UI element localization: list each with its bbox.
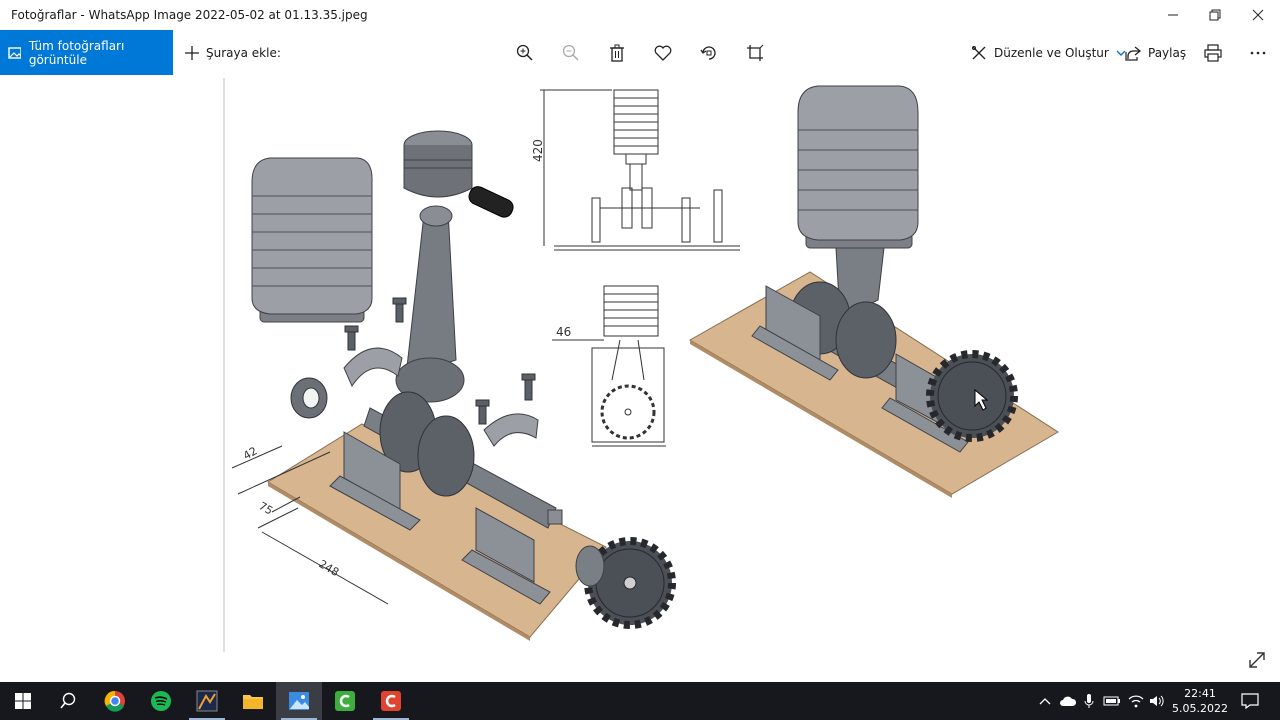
side-view xyxy=(552,285,666,447)
camtasia-green-icon xyxy=(335,691,355,711)
folder-icon xyxy=(243,695,263,709)
photos-icon xyxy=(289,692,309,710)
view-all-label: Tüm fotoğrafları görüntüle xyxy=(28,38,125,67)
wifi-icon xyxy=(1128,695,1144,708)
dim-46-label: 46 xyxy=(556,325,571,339)
taskbar-file-explorer[interactable] xyxy=(230,682,276,720)
zoom-out-icon xyxy=(562,44,579,61)
rotate-icon xyxy=(700,46,716,60)
restore-button[interactable] xyxy=(1192,0,1238,30)
cylinder-head-left xyxy=(251,157,373,323)
chrome-icon xyxy=(104,690,125,712)
camtasia-red-icon xyxy=(381,691,401,711)
notification-icon xyxy=(1241,693,1259,709)
image-viewer: 42 75 248 420 46 xyxy=(0,75,1280,682)
battery-tray[interactable] xyxy=(1102,682,1122,720)
zoom-out-button[interactable] xyxy=(558,40,584,66)
search-button[interactable] xyxy=(45,682,91,720)
dim-420-label: 420 xyxy=(531,139,545,162)
cylinder-head-right xyxy=(797,85,919,249)
zoom-in-button[interactable] xyxy=(512,40,538,66)
clock-time: 22:41 xyxy=(1184,687,1216,700)
dim-75-label: 75 xyxy=(257,499,276,517)
front-view xyxy=(540,89,740,251)
network-tray[interactable] xyxy=(1126,682,1146,720)
heart-icon xyxy=(654,45,672,61)
media-app-icon xyxy=(196,690,218,712)
minimize-icon xyxy=(1168,14,1178,16)
rotate-button[interactable] xyxy=(696,40,722,66)
taskbar-spotify[interactable] xyxy=(138,682,184,720)
close-icon xyxy=(1252,9,1264,21)
cloud-icon xyxy=(1060,696,1077,706)
show-hidden-icons-button[interactable] xyxy=(1036,682,1054,720)
plus-icon xyxy=(185,45,199,60)
battery-icon xyxy=(1103,696,1120,706)
share-icon xyxy=(1125,45,1141,61)
engine-drawing-image: 42 75 248 420 46 xyxy=(223,78,1059,652)
trash-icon xyxy=(610,44,624,62)
start-button[interactable] xyxy=(0,682,46,720)
dim-42-label: 42 xyxy=(241,444,260,462)
add-to-button[interactable]: Şuraya ekle: xyxy=(184,30,281,75)
print-button[interactable] xyxy=(1200,40,1226,66)
taskbar: 22:41 5.05.2022 xyxy=(0,682,1280,720)
zoom-in-icon xyxy=(516,44,533,61)
view-all-photos-button[interactable]: Tüm fotoğrafları görüntüle xyxy=(0,30,173,75)
chevron-up-icon xyxy=(1039,698,1051,705)
piston-rod xyxy=(395,130,514,403)
delete-button[interactable] xyxy=(604,40,630,66)
crop-button[interactable] xyxy=(742,40,768,66)
expand-icon xyxy=(1249,652,1265,668)
app-toolbar: Tüm fotoğrafları görüntüle Şuraya ekle: … xyxy=(0,30,1280,75)
restore-icon xyxy=(1209,9,1221,21)
spotify-icon xyxy=(151,691,171,711)
share-button[interactable]: Paylaş xyxy=(1125,30,1186,75)
clock-date: 5.05.2022 xyxy=(1172,702,1228,715)
windows-logo-icon xyxy=(15,693,31,709)
photo-icon xyxy=(8,46,21,59)
edit-create-icon xyxy=(972,45,986,59)
action-center-button[interactable] xyxy=(1236,682,1264,720)
dim-248-label: 248 xyxy=(317,557,342,579)
microphone-tray[interactable] xyxy=(1080,682,1098,720)
taskbar-clock[interactable]: 22:41 5.05.2022 xyxy=(1170,686,1230,716)
search-icon xyxy=(60,692,76,709)
edit-create-button[interactable]: Düzenle ve Oluştur xyxy=(971,30,1126,75)
microphone-icon xyxy=(1084,694,1094,708)
crop-icon xyxy=(747,44,764,61)
speaker-icon xyxy=(1150,695,1164,707)
more-options-button[interactable] xyxy=(1245,40,1271,66)
add-to-label: Şuraya ekle: xyxy=(206,45,281,60)
taskbar-chrome[interactable] xyxy=(92,682,138,720)
close-button[interactable] xyxy=(1235,0,1280,30)
taskbar-camtasia-green[interactable] xyxy=(322,682,368,720)
taskbar-camtasia-red[interactable] xyxy=(368,682,414,720)
gear-right xyxy=(926,350,1018,442)
title-bar: Fotoğraflar - WhatsApp Image 2022-05-02 … xyxy=(0,0,1280,30)
taskbar-media-app[interactable] xyxy=(184,682,230,720)
taskbar-photos[interactable] xyxy=(276,682,322,720)
minimize-button[interactable] xyxy=(1150,0,1196,30)
favorite-button[interactable] xyxy=(650,40,676,66)
volume-tray[interactable] xyxy=(1147,682,1167,720)
onedrive-tray[interactable] xyxy=(1058,682,1078,720)
edit-create-label: Düzenle ve Oluştur xyxy=(994,45,1109,60)
window-title: Fotoğraflar - WhatsApp Image 2022-05-02 … xyxy=(11,8,368,22)
fullscreen-button[interactable] xyxy=(1247,650,1267,670)
printer-icon xyxy=(1204,44,1222,62)
more-dots-icon xyxy=(1250,51,1266,55)
share-label: Paylaş xyxy=(1148,45,1187,60)
